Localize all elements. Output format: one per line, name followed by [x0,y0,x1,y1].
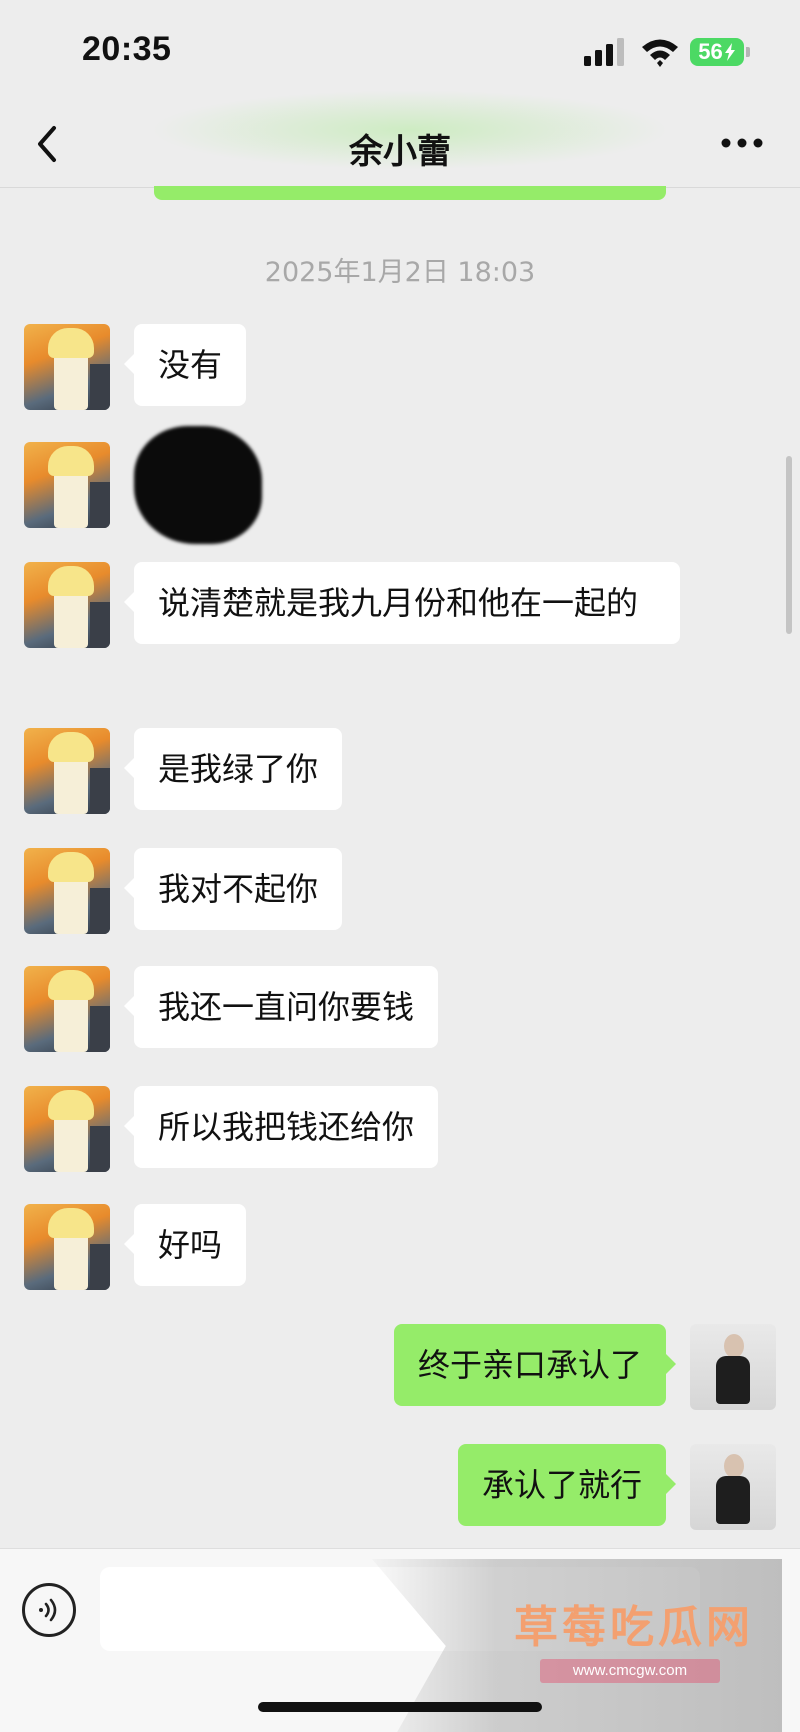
avatar-art [90,364,110,410]
avatar-art [90,888,110,934]
contact-avatar[interactable] [24,966,110,1052]
contact-avatar[interactable] [24,1204,110,1290]
avatar-art [48,970,94,1000]
message-bubble-incoming[interactable]: 是我绿了你 [123,728,343,810]
message-bubble-incoming[interactable]: 所以我把钱还给你 [123,1086,439,1168]
scrollbar-thumb[interactable] [786,456,792,634]
chat-header: 余小蕾 [0,90,800,188]
message-bubble-incoming[interactable]: 好吗 [123,1204,247,1286]
chat-title: 余小蕾 [349,132,451,172]
contact-avatar[interactable] [24,442,110,528]
avatar-art [724,1334,744,1358]
my-avatar[interactable] [690,1324,776,1410]
avatar-art [90,768,110,814]
charging-bolt-icon [724,43,735,61]
avatar-art [724,1454,744,1478]
avatar-art [48,852,94,882]
contact-avatar[interactable] [24,324,110,410]
my-avatar[interactable] [690,1444,776,1530]
contact-avatar[interactable] [24,1086,110,1172]
avatar-art [48,446,94,476]
avatar-art [48,1208,94,1238]
message-timestamp: 2025年1月2日 18:03 [264,257,536,288]
message-bubble-incoming[interactable]: 我对不起你 [123,848,343,930]
avatar-art [90,1006,110,1052]
voice-waves-icon [39,1598,57,1622]
home-indicator[interactable] [258,1702,542,1712]
contact-avatar[interactable] [24,728,110,814]
avatar-art [48,566,94,596]
contact-avatar[interactable] [24,562,110,648]
image-message-censored[interactable] [134,426,262,544]
avatar-art [90,1126,110,1172]
avatar-art [48,1090,94,1120]
previous-message-bubble [154,186,666,200]
avatar-art [48,328,94,358]
avatar-art [48,732,94,762]
avatar-art [716,1356,750,1404]
avatar-art [90,1244,110,1290]
avatar-art [90,482,110,528]
more-dots-icon[interactable] [720,136,764,150]
contact-avatar[interactable] [24,848,110,934]
battery-tip [746,47,750,57]
message-bubble-incoming[interactable]: 我还一直问你要钱 [123,966,439,1048]
voice-icon[interactable] [22,1583,76,1637]
status-time: 20:35 [82,30,172,68]
avatar-art [716,1476,750,1524]
battery-level: 56 [698,39,723,64]
watermark-title: 草莓吃瓜网 [514,1602,754,1653]
message-bubble-incoming[interactable]: 没有 [123,324,247,406]
wifi-icon [642,39,678,67]
message-bubble-outgoing[interactable]: 终于亲口承认了 [393,1324,677,1406]
message-bubble-outgoing[interactable]: 承认了就行 [457,1444,677,1526]
status-bar: 20:35 56 [0,0,800,100]
signal-icon [584,38,624,66]
avatar-art [90,602,110,648]
battery-charging-icon: 56 [690,38,744,66]
message-bubble-incoming[interactable]: 说清楚就是我九月份和他在一起的 [124,562,680,644]
watermark-url: www.cmcgw.com [540,1659,720,1683]
